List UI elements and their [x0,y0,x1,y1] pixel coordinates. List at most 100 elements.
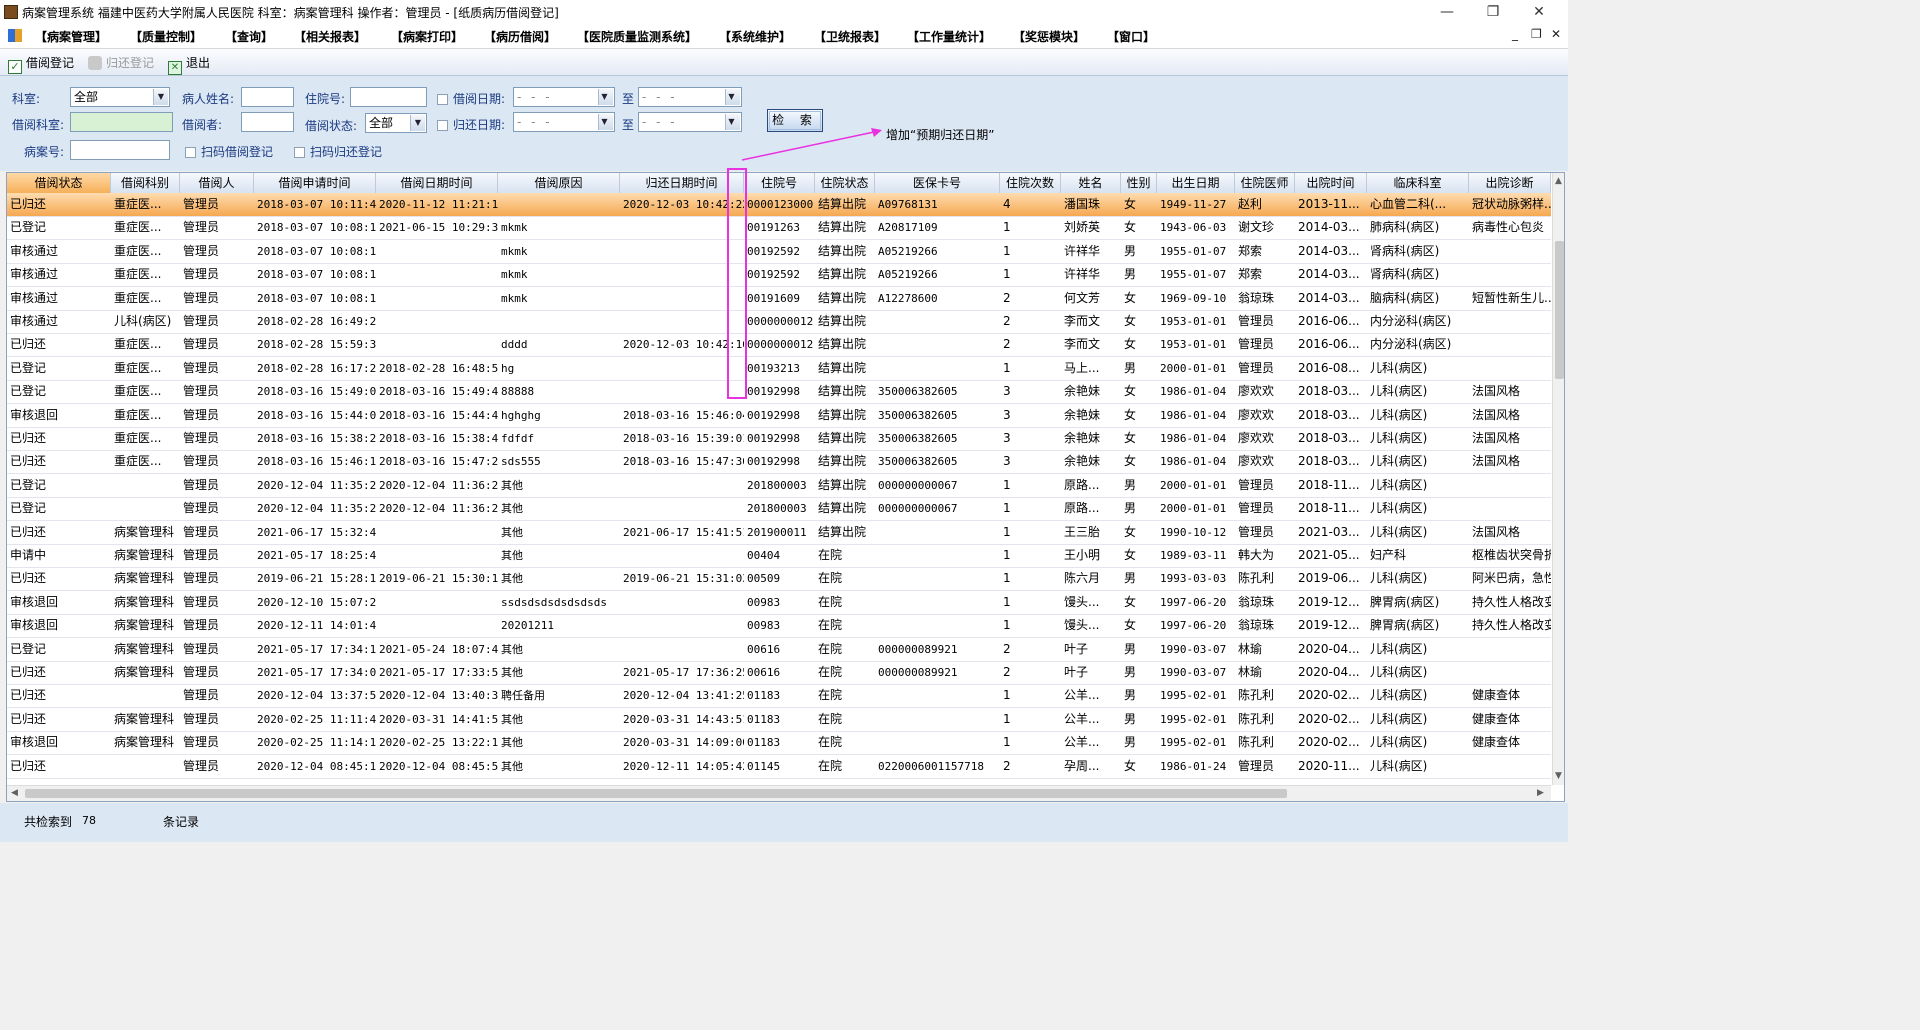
return-register-button[interactable]: 归还登记 [88,54,154,71]
borrower-input[interactable] [241,112,294,132]
menu-workload-stats[interactable]: 【工作量统计】 [907,28,991,45]
scroll-down-icon[interactable]: ▼ [1555,771,1562,781]
mdi-app-icon[interactable] [8,29,22,42]
table-row[interactable]: 已登记 重症医... 管理员 2018-03-07 10:08:12 2021-06-1… [7,216,1551,241]
table-row[interactable]: 已归还 管理员 2020-12-04 13:37:55 2020-12-04 13:4… [7,684,1551,709]
scroll-right-icon[interactable]: ▶ [1537,788,1544,798]
column-header-admission-status[interactable]: 住院状态 [815,173,875,193]
table-row[interactable]: 已归还 重症医... 管理员 2018-03-07 10:11:48 2020-11-1… [7,193,1551,217]
menu-case-management[interactable]: 【病案管理】 [35,28,107,45]
vertical-scrollbar[interactable]: ▲ ▼ [1552,173,1564,785]
table-row[interactable]: 审核通过 重症医... 管理员 2018-03-07 10:08:12 mkmk 0019… [7,263,1551,288]
cell-borrow-time: 2021-05-24 18:07:40 [379,642,498,656]
menu-system-maintenance[interactable]: 【系统维护】 [719,28,791,45]
return-date-from-picker[interactable]: - - - ▼ [513,112,615,132]
borrow-status-select[interactable]: 全部 ▼ [365,113,427,133]
exit-button[interactable]: ✕ 退出 [168,54,210,75]
scan-return-checkbox[interactable] [294,147,305,158]
scan-borrow-checkbox[interactable] [185,147,196,158]
minimize-button[interactable]: — [1424,0,1470,24]
horizontal-scroll-thumb[interactable] [25,789,1287,798]
table-row[interactable]: 已登记 病案管理科 管理员 2021-05-17 17:34:14 2021-05-24… [7,638,1551,662]
column-header-insurance-card[interactable]: 医保卡号 [875,173,1000,193]
column-header-discharge-time[interactable]: 出院时间 [1295,173,1367,193]
table-row[interactable]: 已登记 重症医... 管理员 2018-02-28 16:17:28 2018-02-2… [7,357,1551,381]
table-row[interactable]: 审核退回 病案管理科 管理员 2020-12-11 14:01:41 20201211 0… [7,614,1551,639]
borrow-dept-input[interactable] [70,112,173,132]
vertical-scroll-thumb[interactable] [1555,241,1564,379]
cell-admission-count: 1 [1003,618,1011,633]
calendar-dropdown-icon[interactable]: ▼ [598,89,613,105]
table-row[interactable]: 已归还 重症医... 管理员 2018-02-28 15:59:31 dddd 2020-… [7,333,1551,358]
borrow-date-checkbox[interactable] [437,94,448,105]
table-row[interactable]: 审核退回 重症医... 管理员 2018-03-16 15:44:00 2018-03-… [7,404,1551,428]
table-row[interactable]: 审核退回 病案管理科 管理员 2020-02-25 11:14:15 2020-02-2… [7,731,1551,756]
calendar-dropdown-icon[interactable]: ▼ [725,89,740,105]
return-date-to-picker[interactable]: - - - ▼ [638,112,742,132]
admission-no-input[interactable] [350,87,427,107]
table-row[interactable]: 审核退回 病案管理科 管理员 2020-12-10 15:07:25 ssdsdsdsd… [7,591,1551,615]
borrow-date-from-picker[interactable]: - - - ▼ [513,87,615,107]
dept-select[interactable]: 全部 ▼ [70,87,170,107]
table-row[interactable]: 申请中 病案管理科 管理员 2021-05-17 18:25:48 其他 00404 在院 1… [7,544,1551,568]
table-row[interactable]: 已登记 重症医... 管理员 2018-03-16 15:49:05 2018-03-1… [7,380,1551,405]
table-row[interactable]: 已归还 病案管理科 管理员 2021-06-17 15:32:42 其他 2021-06-… [7,521,1551,545]
menu-quality-monitor[interactable]: 【医院质量监测系统】 [577,28,697,45]
mdi-minimize-button[interactable]: _ [1512,27,1518,41]
column-header-borrower[interactable]: 借阅人 [180,173,254,193]
table-row[interactable]: 已登记 管理员 2020-12-04 11:35:23 2020-12-04 11:3… [7,474,1551,498]
menu-quality-control[interactable]: 【质量控制】 [130,28,202,45]
scroll-left-icon[interactable]: ◀ [11,788,18,798]
table-row[interactable]: 审核通过 重症医... 管理员 2018-03-07 10:08:12 mkmk 0019… [7,287,1551,311]
column-header-admission-no[interactable]: 住院号 [744,173,815,193]
calendar-dropdown-icon[interactable]: ▼ [598,114,613,130]
menu-window[interactable]: 【窗口】 [1107,28,1155,45]
horizontal-scrollbar[interactable]: ◀ ▶ [7,785,1551,801]
table-row[interactable]: 审核通过 重症医... 管理员 2018-03-07 10:08:12 mkmk 0019… [7,240,1551,264]
menu-case-print[interactable]: 【病案打印】 [391,28,463,45]
cell-return-time [620,310,744,333]
table-row[interactable]: 已归还 病案管理科 管理员 2020-02-25 11:11:42 2020-03-31… [7,708,1551,732]
borrow-register-button[interactable]: ✓ 借阅登记 [8,54,74,74]
cell-discharge-time: 2014-03... [1298,290,1360,305]
column-header-return-time[interactable]: 归还日期时间 [620,173,744,193]
table-row[interactable]: 已归还 病案管理科 管理员 2019-06-21 15:28:13 2019-06-21… [7,567,1551,592]
column-header-borrow-time[interactable]: 借阅日期时间 [376,173,498,193]
column-header-borrow-dept[interactable]: 借阅科别 [111,173,180,193]
table-row[interactable]: 已归还 病案管理科 管理员 2021-05-17 17:34:04 2021-05-17… [7,661,1551,685]
scan-return-label: 扫码归还登记 [310,145,383,159]
cell-apply-time: 2020-12-10 15:07:25 [257,595,376,609]
column-header-clinical-dept[interactable]: 临床科室 [1367,173,1469,193]
menu-reward-penalty[interactable]: 【奖惩模块】 [1013,28,1085,45]
column-header-birth-date[interactable]: 出生日期 [1157,173,1235,193]
column-header-discharge-diagnosis[interactable]: 出院诊断 [1469,173,1551,193]
close-button[interactable]: ✕ [1516,0,1562,24]
table-row[interactable]: 已登记 管理员 2020-12-04 11:35:23 2020-12-04 11:3… [7,497,1551,522]
table-row[interactable]: 已归还 重症医... 管理员 2018-03-16 15:38:26 2018-03-1… [7,427,1551,451]
table-row[interactable]: 审核通过 儿科(病区) 管理员 2018-02-28 16:49:25 00000000… [7,310,1551,334]
column-header-apply-time[interactable]: 借阅申请时间 [254,173,376,193]
menu-reports[interactable]: 【相关报表】 [294,28,366,45]
scroll-up-icon[interactable]: ▲ [1555,176,1562,186]
mdi-close-button[interactable]: ✕ [1551,27,1561,41]
case-no-input[interactable] [70,140,170,160]
column-header-attending-doctor[interactable]: 住院医师 [1235,173,1295,193]
menu-health-stats[interactable]: 【卫统报表】 [814,28,886,45]
column-header-gender[interactable]: 性别 [1121,173,1157,193]
mdi-restore-button[interactable]: ❐ [1531,27,1542,41]
table-row[interactable]: 已归还 重症医... 管理员 2018-03-16 15:46:17 2018-03-1… [7,450,1551,475]
chevron-down-icon[interactable]: ▼ [153,89,168,105]
patient-name-input[interactable] [241,87,294,107]
chevron-down-icon[interactable]: ▼ [410,115,425,131]
return-date-checkbox[interactable] [437,120,448,131]
column-header-borrow-status[interactable]: 借阅状态 [7,173,111,193]
column-header-admission-count[interactable]: 住院次数 [1000,173,1061,193]
restore-button[interactable]: ❐ [1470,0,1516,24]
cell-attending-doctor: 管理员 [1238,360,1275,375]
menu-query[interactable]: 【查询】 [225,28,273,45]
column-header-borrow-reason[interactable]: 借阅原因 [498,173,620,193]
menu-record-borrow[interactable]: 【病历借阅】 [484,28,556,45]
borrow-date-to-picker[interactable]: - - - ▼ [638,87,742,107]
column-header-patient-name[interactable]: 姓名 [1061,173,1121,193]
table-row[interactable]: 已归还 管理员 2020-12-04 08:45:15 2020-12-04 08:4… [7,755,1551,779]
